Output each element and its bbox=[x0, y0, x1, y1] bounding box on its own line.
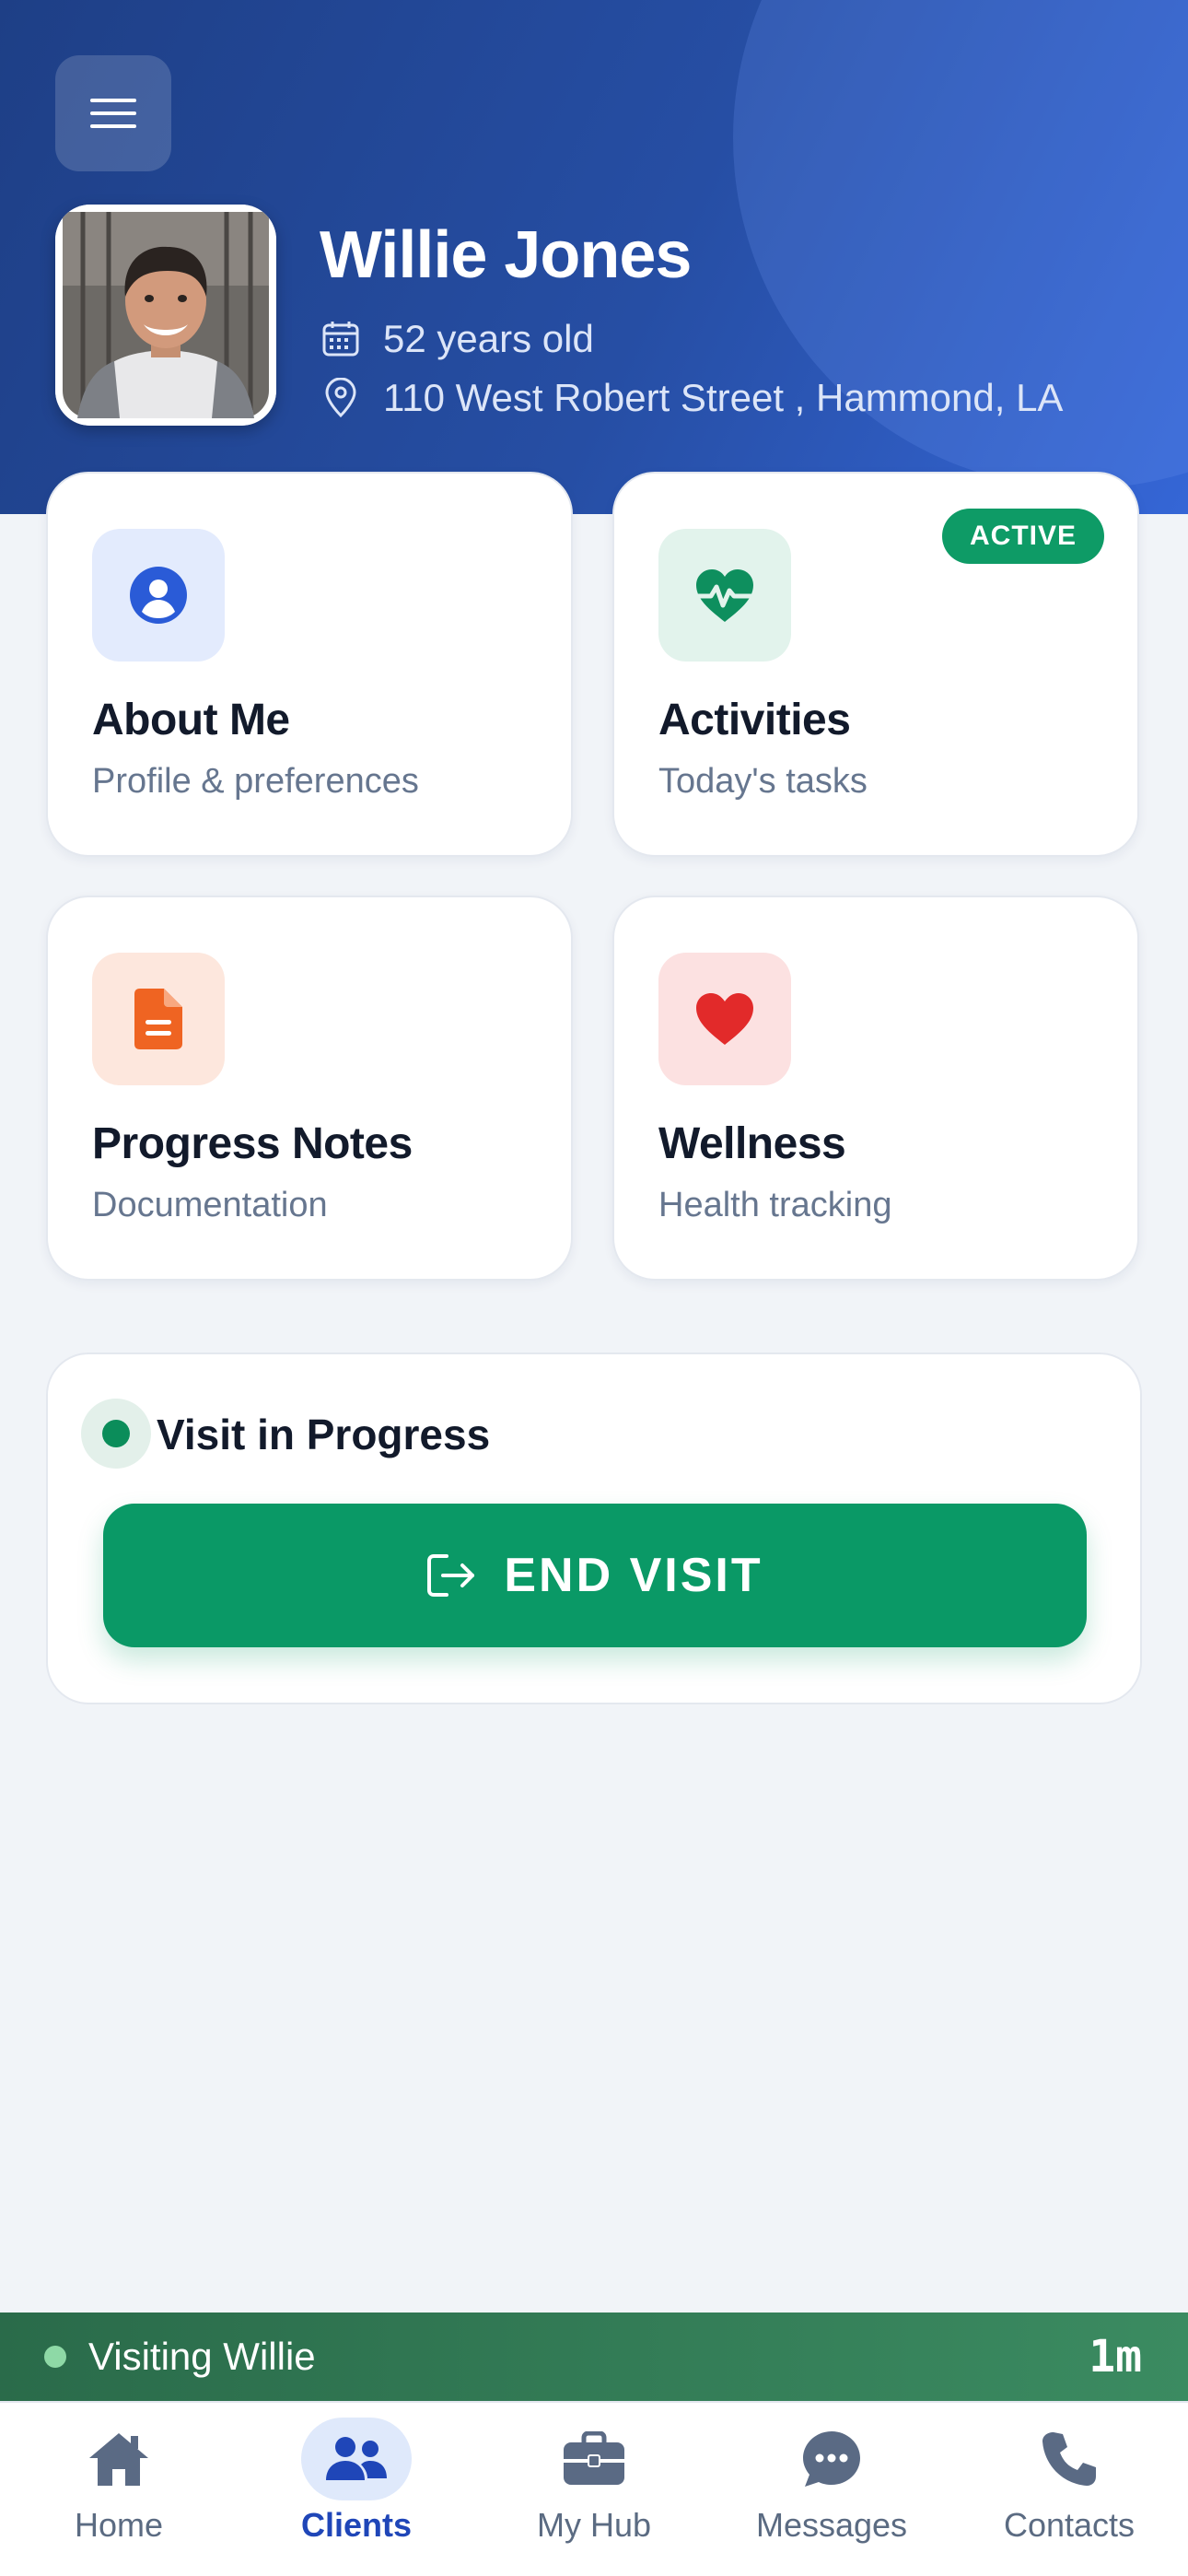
document-icon bbox=[134, 989, 182, 1049]
client-age: 52 years old bbox=[383, 317, 594, 360]
bottom-tab-bar: Home Clients My Hub Messages Contacts bbox=[0, 2401, 1188, 2576]
card-subtitle: Health tracking bbox=[658, 1186, 892, 1224]
card-title: Progress Notes bbox=[92, 1119, 413, 1168]
visit-card: Visit in Progress END VISIT bbox=[46, 1352, 1142, 1704]
heart-pulse-icon bbox=[694, 569, 755, 622]
users-icon bbox=[301, 2418, 412, 2500]
card-subtitle: Today's tasks bbox=[658, 762, 868, 801]
tab-clients[interactable]: Clients bbox=[238, 2403, 475, 2576]
progress-notes-card[interactable]: Progress Notes Documentation bbox=[46, 896, 573, 1281]
location-pin-icon bbox=[320, 378, 361, 418]
end-visit-label: END VISIT bbox=[504, 1549, 763, 1602]
client-address: 110 West Robert Street , Hammond, LA bbox=[383, 376, 1064, 419]
menu-button[interactable] bbox=[55, 55, 171, 171]
visit-status-indicator bbox=[81, 1399, 151, 1469]
tab-label: Messages bbox=[755, 2506, 908, 2544]
tab-label: My Hub bbox=[536, 2506, 652, 2544]
tab-label: Home bbox=[74, 2506, 164, 2544]
client-name: Willie Jones bbox=[320, 218, 692, 292]
status-badge: ACTIVE bbox=[941, 509, 1104, 564]
visit-live-dot bbox=[44, 2346, 66, 2368]
tab-contacts[interactable]: Contacts bbox=[950, 2403, 1188, 2576]
client-photo bbox=[55, 205, 276, 426]
tab-label: Contacts bbox=[1003, 2506, 1136, 2544]
visit-bar-label: Visiting Willie bbox=[88, 2335, 316, 2378]
calendar-icon bbox=[320, 319, 361, 359]
card-subtitle: Documentation bbox=[92, 1186, 328, 1224]
about-me-icon-tile bbox=[92, 529, 225, 662]
activities-icon-tile bbox=[658, 529, 791, 662]
wellness-card[interactable]: Wellness Health tracking bbox=[612, 896, 1139, 1281]
client-address-row: 110 West Robert Street , Hammond, LA bbox=[320, 370, 1063, 426]
card-subtitle: Profile & preferences bbox=[92, 762, 419, 801]
progress-notes-icon-tile bbox=[92, 953, 225, 1085]
hamburger-icon bbox=[90, 99, 136, 128]
wellness-icon-tile bbox=[658, 953, 791, 1085]
end-visit-button[interactable]: END VISIT bbox=[103, 1504, 1087, 1647]
card-title: Activities bbox=[658, 696, 851, 744]
client-avatar[interactable] bbox=[55, 205, 276, 426]
briefcase-icon bbox=[539, 2418, 649, 2500]
tab-label: Clients bbox=[300, 2506, 413, 2544]
activities-card[interactable]: ACTIVE Activities Today's tasks bbox=[612, 472, 1139, 857]
tab-messages[interactable]: Messages bbox=[713, 2403, 950, 2576]
exit-icon bbox=[427, 1554, 475, 1597]
phone-icon bbox=[1014, 2418, 1124, 2500]
home-icon bbox=[64, 2418, 174, 2500]
active-visit-bar[interactable]: Visiting Willie 1m bbox=[0, 2313, 1188, 2401]
tab-home[interactable]: Home bbox=[0, 2403, 238, 2576]
card-title: Wellness bbox=[658, 1119, 846, 1168]
chat-bubble-icon bbox=[776, 2418, 887, 2500]
about-me-card[interactable]: About Me Profile & preferences bbox=[46, 472, 573, 857]
visit-status-label: Visit in Progress bbox=[157, 1411, 491, 1458]
card-title: About Me bbox=[92, 696, 290, 744]
heart-icon bbox=[696, 993, 753, 1045]
user-circle-icon bbox=[130, 567, 187, 624]
client-header: Willie Jones 52 years old 110 West Rober… bbox=[0, 0, 1188, 514]
client-age-row: 52 years old bbox=[320, 311, 594, 367]
visit-timer: 1m bbox=[1089, 2331, 1142, 2383]
status-dot bbox=[102, 1420, 130, 1447]
tab-my-hub[interactable]: My Hub bbox=[475, 2403, 713, 2576]
